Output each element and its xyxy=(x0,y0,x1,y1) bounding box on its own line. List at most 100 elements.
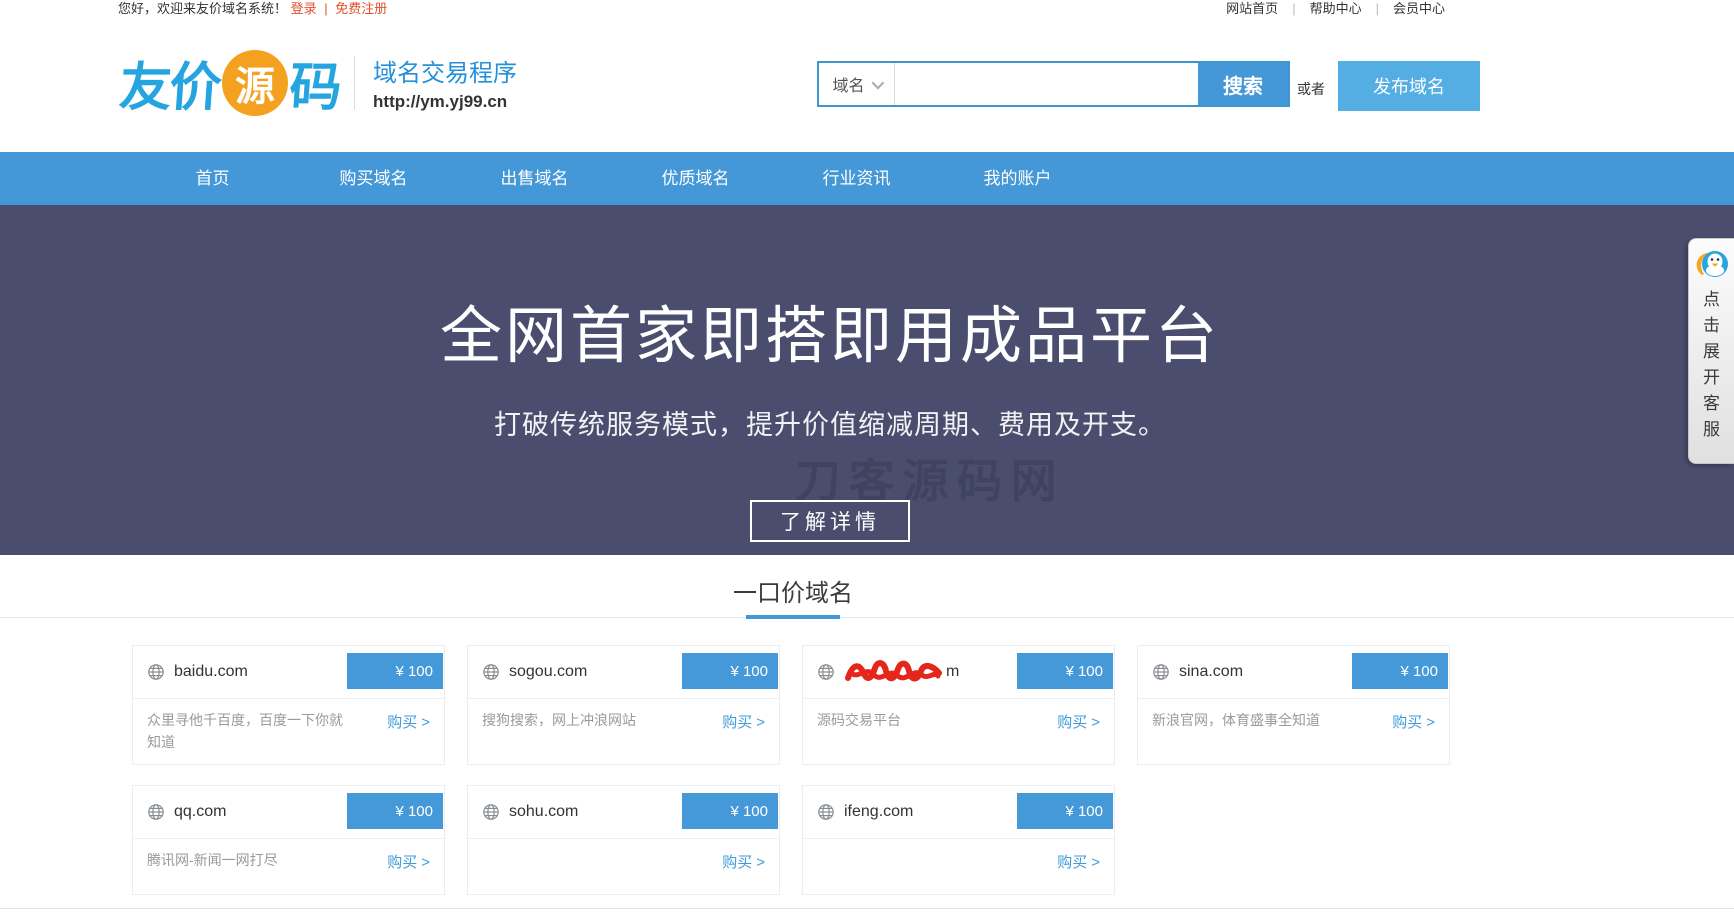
logo-product-name: 域名交易程序 xyxy=(373,53,517,88)
logo-site-url: http://ym.yj99.cn xyxy=(373,92,517,112)
nav-item-5[interactable]: 我的账户 xyxy=(937,152,1098,205)
domain-card-top: qq.com ¥ 100 xyxy=(133,786,444,838)
domain-description: 搜狗搜索，网上冲浪网站 xyxy=(482,709,687,756)
search-category-select[interactable]: 域名 xyxy=(819,63,895,105)
domain-card-top: m ¥ 100 xyxy=(803,646,1114,698)
domain-label: m xyxy=(946,663,959,680)
nav-item-0[interactable]: 首页 xyxy=(132,152,293,205)
domain-name: baidu.com xyxy=(174,663,248,681)
globe-icon xyxy=(482,803,500,821)
domain-name: sohu.com xyxy=(509,803,578,821)
domain-label: ifeng.com xyxy=(844,803,913,820)
price-tag: ¥ 100 xyxy=(347,793,443,829)
domain-card: sina.com ¥ 100 新浪官网，体育盛事全知道 购买> xyxy=(1137,645,1450,765)
domain-card-bottom: 新浪官网，体育盛事全知道 购买> xyxy=(1138,699,1449,764)
logo-text-block: 域名交易程序 http://ym.yj99.cn xyxy=(373,53,517,112)
globe-icon xyxy=(482,663,500,681)
chevron-down-icon xyxy=(871,76,884,89)
service-label-char: 开 xyxy=(1703,365,1720,391)
globe-icon xyxy=(1152,663,1170,681)
search-button[interactable]: 搜索 xyxy=(1198,63,1288,105)
domain-name: sina.com xyxy=(1179,663,1243,681)
domain-card-grid: baidu.com ¥ 100 众里寻他千百度，百度一下你就知道 购买> xyxy=(132,645,1450,895)
price-tag: ¥ 100 xyxy=(682,793,778,829)
domain-card: qq.com ¥ 100 腾讯网-新闻一网打尽 购买> xyxy=(132,785,445,895)
buy-link[interactable]: 购买> xyxy=(387,851,430,872)
topbar-left: 您好，欢迎来友价域名系统！ 登录 | 免费注册 xyxy=(118,0,387,17)
topbar-link-separator: | xyxy=(1292,1,1295,16)
domain-card-bottom: 购买> xyxy=(468,839,779,894)
qq-icon xyxy=(1694,247,1730,283)
globe-icon xyxy=(817,803,835,821)
domain-card-bottom: 购买> xyxy=(803,839,1114,894)
service-label-char: 点 xyxy=(1703,287,1720,313)
logo-circle-char: 源 xyxy=(235,54,275,112)
price-tag: ¥ 100 xyxy=(1017,653,1113,689)
domain-card-top: sina.com ¥ 100 xyxy=(1138,646,1449,698)
domain-card-bottom: 搜狗搜索，网上冲浪网站 购买> xyxy=(468,699,779,764)
domain-description xyxy=(817,849,1022,886)
buy-link[interactable]: 购买> xyxy=(722,851,765,872)
welcome-text: 您好，欢迎来友价域名系统！ xyxy=(118,1,287,16)
domain-card: sogou.com ¥ 100 搜狗搜索，网上冲浪网站 购买> xyxy=(467,645,780,765)
service-label-char: 客 xyxy=(1703,391,1720,417)
or-text: 或者 xyxy=(1297,79,1325,99)
topbar-link-0[interactable]: 网站首页 xyxy=(1226,1,1278,16)
service-label-char: 击 xyxy=(1703,313,1720,339)
buy-link[interactable]: 购买> xyxy=(722,711,765,732)
customer-service-widget[interactable]: 点击展开客服 xyxy=(1688,238,1734,464)
topbar-right-links: 网站首页 | 帮助中心 | 会员中心 xyxy=(1226,0,1445,17)
nav-item-4[interactable]: 行业资讯 xyxy=(776,152,937,205)
main-nav: 首页购买域名出售域名优质域名行业资讯我的账户 xyxy=(0,152,1734,205)
topbar-link-1[interactable]: 帮助中心 xyxy=(1310,1,1362,16)
nav-item-2[interactable]: 出售域名 xyxy=(454,152,615,205)
buy-link[interactable]: 购买> xyxy=(1057,711,1100,732)
domain-description: 众里寻他千百度，百度一下你就知道 xyxy=(147,709,352,756)
hero-inner: 全网首家即搭即用成品平台 打破传统服务模式，提升价值缩减周期、费用及开支。 刀客… xyxy=(0,205,1660,555)
topbar-link-separator: | xyxy=(1376,1,1379,16)
topbar-link-2[interactable]: 会员中心 xyxy=(1393,1,1445,16)
domain-search-group: 域名 搜索 xyxy=(817,61,1290,107)
globe-icon xyxy=(817,663,835,681)
domain-description: 源码交易平台 xyxy=(817,709,1022,756)
learn-more-button[interactable]: 了解详情 xyxy=(750,500,910,542)
buy-link[interactable]: 购买> xyxy=(1392,711,1435,732)
domain-name: sogou.com xyxy=(509,663,587,681)
search-category-value: 域名 xyxy=(832,72,864,96)
login-link[interactable]: 登录 xyxy=(291,1,317,16)
domain-label: sogou.com xyxy=(509,663,587,680)
register-link[interactable]: 免费注册 xyxy=(335,1,387,16)
domain-card: ifeng.com ¥ 100 购买> xyxy=(802,785,1115,895)
domain-card-top: ifeng.com ¥ 100 xyxy=(803,786,1114,838)
logo-text-1: 友价 xyxy=(117,45,222,120)
domain-search-input[interactable] xyxy=(895,63,1198,105)
hero-title: 全网首家即搭即用成品平台 xyxy=(0,285,1660,375)
publish-domain-button[interactable]: 发布域名 xyxy=(1338,61,1480,111)
logo-mark: 友价 源 码 xyxy=(120,45,340,120)
domain-description: 腾讯网-新闻一网打尽 xyxy=(147,849,352,886)
domain-card-top: sohu.com ¥ 100 xyxy=(468,786,779,838)
topbar: 您好，欢迎来友价域名系统！ 登录 | 免费注册 网站首页 | 帮助中心 | 会员中心 xyxy=(0,0,1734,17)
domain-label: sina.com xyxy=(1179,663,1243,680)
buy-link[interactable]: 购买> xyxy=(1057,851,1100,872)
domain-card-top: baidu.com ¥ 100 xyxy=(133,646,444,698)
nav-item-3[interactable]: 优质域名 xyxy=(615,152,776,205)
section-title: 一口价域名 xyxy=(0,573,1586,608)
domain-card-bottom: 众里寻他千百度，百度一下你就知道 购买> xyxy=(133,699,444,764)
buy-link[interactable]: 购买> xyxy=(387,711,430,732)
domain-label: sohu.com xyxy=(509,803,578,820)
service-label-char: 服 xyxy=(1703,417,1720,443)
domain-card-top: sogou.com ¥ 100 xyxy=(468,646,779,698)
domain-name: ifeng.com xyxy=(844,803,913,821)
domain-card: m ¥ 100 源码交易平台 购买> xyxy=(802,645,1115,765)
site-logo[interactable]: 友价 源 码 域名交易程序 http://ym.yj99.cn xyxy=(120,45,517,120)
service-label-char: 展 xyxy=(1703,339,1720,365)
price-tag: ¥ 100 xyxy=(1017,793,1113,829)
domain-card: sohu.com ¥ 100 购买> xyxy=(467,785,780,895)
domain-description xyxy=(482,849,687,886)
nav-item-1[interactable]: 购买域名 xyxy=(293,152,454,205)
section-active-tab-underline xyxy=(746,615,840,619)
red-scribble-censor xyxy=(844,659,944,685)
logo-coin-icon: 源 xyxy=(222,50,288,116)
customer-service-label: 点击展开客服 xyxy=(1703,287,1720,443)
